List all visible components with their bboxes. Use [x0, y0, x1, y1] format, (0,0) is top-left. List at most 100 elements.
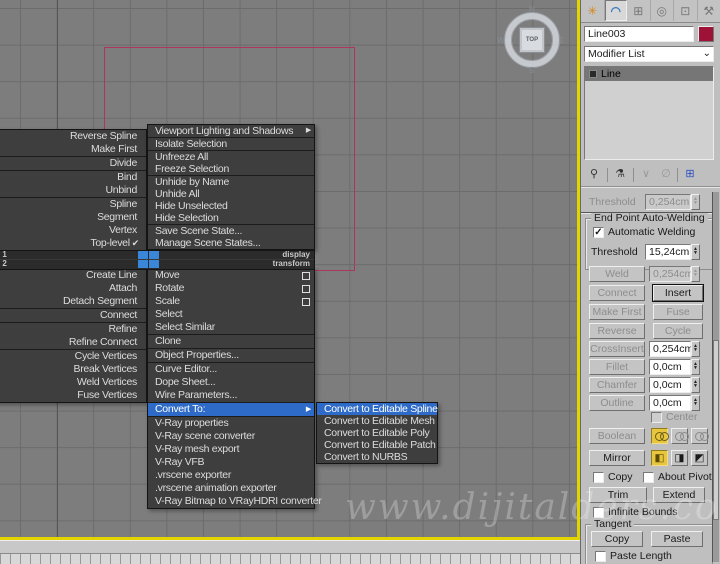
- menu-item[interactable]: Create Line: [0, 269, 146, 282]
- menu-item[interactable]: Dope Sheet...: [148, 376, 314, 389]
- menu-item[interactable]: Convert to Editable Spline: [317, 403, 438, 415]
- quad-header-row-1[interactable]: tools 1 display: [0, 251, 314, 260]
- mirror-both-icon[interactable]: ◩: [691, 450, 708, 466]
- menu-item[interactable]: Divide: [0, 156, 146, 170]
- menu-item[interactable]: Top-level ✔: [0, 237, 146, 250]
- settings-box-icon[interactable]: [302, 285, 310, 293]
- menu-item[interactable]: Detach Segment: [0, 295, 146, 308]
- object-name-input[interactable]: Line003: [584, 26, 694, 42]
- menu-item[interactable]: Scale: [148, 295, 314, 308]
- settings-box-icon[interactable]: [302, 272, 310, 280]
- outline-field[interactable]: 0,0cm: [649, 395, 691, 411]
- outline-spinner[interactable]: ▲ ▼: [691, 395, 700, 411]
- menu-item[interactable]: Curve Editor...: [148, 362, 314, 376]
- menu-item[interactable]: Convert to NURBS: [317, 451, 437, 463]
- show-end-result-icon[interactable]: ⚗: [611, 167, 629, 183]
- menu-item[interactable]: Make First: [0, 143, 146, 156]
- chamfer-field[interactable]: 0,0cm: [649, 377, 691, 393]
- tab-display[interactable]: ⊡: [674, 0, 698, 21]
- trim-button[interactable]: Trim: [589, 487, 647, 503]
- menu-item[interactable]: V-Ray properties: [148, 416, 314, 430]
- threshold-field[interactable]: 15,24cm: [645, 244, 691, 260]
- menu-item[interactable]: Manage Scene States...: [148, 237, 314, 249]
- object-color-swatch[interactable]: [698, 26, 714, 42]
- menu-item[interactable]: Unfreeze All: [148, 150, 314, 163]
- boolean-union-icon[interactable]: [651, 428, 669, 444]
- menu-item[interactable]: Wire Parameters...: [148, 389, 314, 402]
- menu-item[interactable]: Unhide All: [148, 188, 314, 200]
- extend-button[interactable]: Extend: [653, 487, 705, 503]
- menu-item[interactable]: Move: [148, 269, 314, 282]
- pin-stack-icon[interactable]: ⚲: [585, 167, 603, 183]
- menu-item[interactable]: Break Vertices: [0, 363, 146, 376]
- menu-item[interactable]: Isolate Selection: [148, 137, 314, 150]
- infinite-bounds-checkbox[interactable]: [593, 507, 604, 518]
- paste-length-checkbox[interactable]: [595, 551, 606, 562]
- menu-item[interactable]: Refine: [0, 322, 146, 336]
- track-bar[interactable]: [0, 540, 580, 564]
- threshold-spinner[interactable]: ▲ ▼: [691, 244, 700, 260]
- menu-item[interactable]: Convert to Editable Patch: [317, 439, 437, 451]
- menu-item[interactable]: V-Ray VFB: [148, 456, 314, 469]
- quad-header-row-2[interactable]: tools 2 transform: [0, 260, 314, 268]
- modifier-list-dropdown[interactable]: Modifier List ⌄: [584, 46, 714, 62]
- menu-item[interactable]: Unbind: [0, 184, 146, 197]
- menu-item[interactable]: Cycle Vertices: [0, 349, 146, 363]
- menu-item[interactable]: Select Similar: [148, 321, 314, 334]
- menu-item[interactable]: Bind: [0, 170, 146, 184]
- cross-insert-field[interactable]: 0,254cm: [649, 341, 693, 357]
- cross-insert-spinner[interactable]: ▲ ▼: [691, 341, 700, 357]
- fillet-field[interactable]: 0,0cm: [649, 359, 691, 375]
- configure-modifier-sets-icon[interactable]: ⊞: [681, 167, 699, 183]
- settings-box-icon[interactable]: [302, 298, 310, 306]
- menu-item[interactable]: Spline: [0, 197, 146, 211]
- menu-item[interactable]: Attach: [0, 282, 146, 295]
- menu-item[interactable]: Convert to Editable Mesh: [317, 415, 437, 427]
- menu-item[interactable]: Vertex: [0, 224, 146, 237]
- automatic-welding-checkbox[interactable]: ✓: [593, 227, 604, 238]
- menu-item[interactable]: Connect: [0, 308, 146, 322]
- menu-item[interactable]: Refine Connect: [0, 336, 146, 349]
- menu-item[interactable]: Object Properties...: [148, 348, 314, 362]
- menu-item[interactable]: Convert To: ▶: [148, 402, 314, 416]
- menu-item[interactable]: .vrscene animation exporter: [148, 482, 314, 495]
- menu-item[interactable]: .vrscene exporter: [148, 469, 314, 482]
- menu-item[interactable]: Viewport Lighting and Shadows ▶: [148, 125, 314, 137]
- menu-item[interactable]: V-Ray mesh export: [148, 443, 314, 456]
- about-pivot-checkbox[interactable]: [643, 472, 654, 483]
- fillet-spinner[interactable]: ▲ ▼: [691, 359, 700, 375]
- menu-item[interactable]: Reverse Spline: [0, 130, 146, 143]
- viewcube[interactable]: TOP N S W E: [497, 5, 566, 75]
- menu-item[interactable]: Hide Selection: [148, 212, 314, 224]
- mirror-copy-checkbox[interactable]: [593, 472, 604, 483]
- insert-button[interactable]: Insert: [653, 285, 703, 301]
- viewcube-top-face[interactable]: TOP: [519, 27, 545, 53]
- menu-item[interactable]: Select: [148, 308, 314, 321]
- menu-item[interactable]: Freeze Selection: [148, 163, 314, 175]
- stack-item-line[interactable]: Line: [585, 67, 713, 81]
- tangent-copy-button[interactable]: Copy: [591, 531, 643, 547]
- mirror-button[interactable]: Mirror: [589, 450, 645, 466]
- menu-item[interactable]: Convert to Editable Poly: [317, 427, 437, 439]
- tab-hierarchy[interactable]: ⊞: [627, 0, 651, 21]
- menu-item[interactable]: Save Scene State...: [148, 224, 314, 237]
- timeline-ruler[interactable]: [0, 553, 580, 564]
- chamfer-spinner[interactable]: ▲ ▼: [691, 377, 700, 393]
- mirror-vertical-icon[interactable]: ◨: [671, 450, 688, 466]
- menu-item[interactable]: Rotate: [148, 282, 314, 295]
- menu-item[interactable]: Weld Vertices: [0, 376, 146, 389]
- panel-scrollbar[interactable]: [712, 192, 719, 562]
- menu-item[interactable]: Hide Unselected: [148, 200, 314, 212]
- menu-item[interactable]: Clone: [148, 334, 314, 348]
- menu-item[interactable]: Fuse Vertices: [0, 389, 146, 402]
- menu-item[interactable]: Segment: [0, 211, 146, 224]
- menu-item[interactable]: V-Ray Bitmap to VRayHDRI converter: [148, 495, 322, 508]
- tab-utilities[interactable]: ⚒: [698, 0, 720, 21]
- menu-item[interactable]: Unhide by Name: [148, 175, 314, 188]
- mirror-horizontal-icon[interactable]: ◧: [651, 450, 668, 466]
- tab-motion[interactable]: ◎: [651, 0, 675, 21]
- tangent-paste-button[interactable]: Paste: [651, 531, 703, 547]
- tab-create[interactable]: ✳: [581, 0, 605, 21]
- menu-item[interactable]: V-Ray scene converter: [148, 430, 314, 443]
- tab-modify[interactable]: ◠: [604, 0, 628, 21]
